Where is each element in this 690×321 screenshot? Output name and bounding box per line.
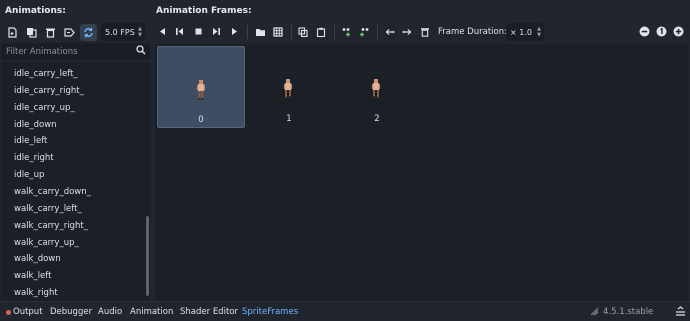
copy-frame-icon[interactable] [295,23,311,40]
zoom-reset-icon[interactable] [653,23,669,40]
list-item[interactable]: walk_carry_down_ [14,187,91,197]
list-item[interactable]: walk_left [14,271,51,281]
list-item[interactable]: walk_carry_right_ [14,221,88,231]
tab-spriteframes[interactable]: SpriteFrames [242,307,298,317]
filter-animations-input[interactable]: Filter Animations [1,43,150,60]
spritesheet-grid-icon[interactable] [270,23,286,40]
list-item[interactable]: idle_left [14,136,47,146]
frame-index: 1 [286,114,292,124]
tab-output[interactable]: Output [13,307,43,317]
spriteframes-editor: Animations: 5.0 FPS ▲ ▼ Filter Animation… [0,0,690,321]
tab-audio[interactable]: Audio [98,307,122,317]
error-indicator-icon [6,310,11,315]
stop-icon[interactable] [190,23,206,40]
play-icon[interactable] [226,23,242,40]
filter-placeholder: Filter Animations [6,46,78,57]
list-item[interactable]: walk_right [14,288,58,298]
toolbar-divider [247,25,248,39]
list-item[interactable]: walk_down [14,254,61,264]
list-item[interactable]: idle_carry_up_ [14,103,75,113]
fps-value: 5.0 FPS [105,27,135,37]
loop-toggle-icon[interactable] [80,23,97,41]
open-folder-icon[interactable] [252,23,268,40]
frame-item[interactable]: 1 [245,46,333,128]
insert-frame-before-icon[interactable] [338,23,354,40]
frame-duration-label: Frame Duration: [438,27,507,37]
move-frame-left-icon[interactable] [381,23,397,40]
rename-animation-icon[interactable] [61,24,78,41]
zoom-in-icon[interactable] [670,23,686,40]
animations-toolbar: 5.0 FPS ▲ ▼ [4,23,145,41]
animation-list[interactable]: idle_carry_left_ idle_carry_right_ idle_… [1,62,150,301]
tab-animation[interactable]: Animation [130,307,173,317]
fps-spinbox[interactable]: 5.0 FPS ▲ ▼ [101,23,145,41]
frames-toolbar: Frame Duration: × 1.0 ▲ ▼ [154,23,688,41]
frame-duration-spinbox[interactable]: × 1.0 ▲ ▼ [506,23,544,41]
delete-animation-icon[interactable] [42,24,59,41]
frame-item[interactable]: 2 [333,46,421,128]
play-backwards-icon[interactable] [172,23,188,40]
search-icon [136,45,146,58]
spin-arrows-icon[interactable]: ▲ ▼ [138,26,142,38]
frame-index: 2 [374,114,380,124]
list-item[interactable]: walk_carry_up_ [14,238,79,248]
list-item[interactable]: idle_carry_right_ [14,86,84,96]
tab-debugger[interactable]: Debugger [50,307,92,317]
version-label: 4.5.1.stable [603,307,654,317]
list-item[interactable]: walk_carry_left_ [14,204,82,214]
delete-frame-icon[interactable] [417,23,433,40]
panel-layout-icon[interactable] [675,306,686,319]
animation-frames-title: Animation Frames: [156,6,252,16]
insert-frame-after-icon[interactable] [356,23,372,40]
character-sprite-icon [371,79,381,102]
duplicate-animation-icon[interactable] [23,24,40,41]
list-item[interactable]: idle_right [14,153,54,163]
frame-index: 0 [198,115,204,125]
frames-grid[interactable]: 0 1 2 [155,44,688,301]
update-spinner-icon[interactable] [590,307,599,319]
list-item[interactable]: idle_carry_left_ [14,69,78,79]
move-frame-right-icon[interactable] [399,23,415,40]
character-sprite-icon [196,80,206,103]
tab-shader-editor[interactable]: Shader Editor [180,307,238,317]
toolbar-divider [377,25,378,39]
animations-title: Animations: [5,6,66,16]
bottom-panel-tabs: Output Debugger Audio Animation Shader E… [0,301,690,321]
play-from-start-icon[interactable] [208,23,224,40]
paste-frame-icon[interactable] [313,23,329,40]
animations-panel: Animations: 5.0 FPS ▲ ▼ Filter Animation… [0,0,151,301]
toolbar-divider [291,25,292,39]
zoom-out-icon[interactable] [636,23,652,40]
spin-arrows-icon[interactable]: ▲ ▼ [537,26,541,38]
list-item[interactable]: idle_down [14,120,57,130]
toolbar-divider [334,25,335,39]
frame-item[interactable]: 0 [157,46,245,128]
frame-duration-value: × 1.0 [510,27,532,37]
list-scrollbar[interactable] [146,216,149,296]
list-item[interactable]: idle_up [14,170,44,180]
play-backwards-from-end-icon[interactable] [154,23,170,40]
new-animation-icon[interactable] [4,24,21,41]
character-sprite-icon [283,79,293,102]
